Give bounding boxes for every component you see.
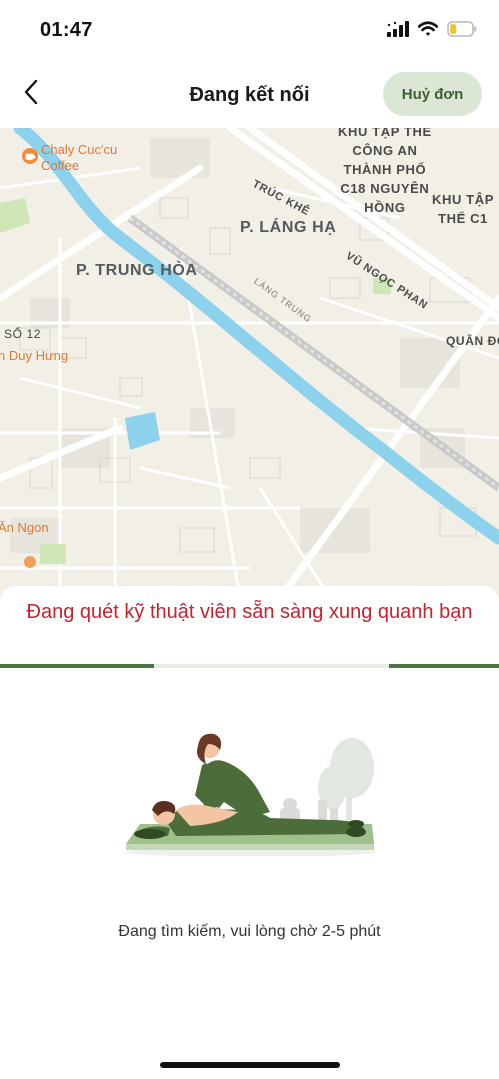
map-poi-an-ngon[interactable]: Ăn Ngon	[0, 520, 49, 536]
nav-bar: Đang kết nối Huỷ đơn	[0, 62, 499, 128]
status-time: 01:47	[40, 19, 93, 41]
map-district-lang-ha: P. LÁNG HẠ	[240, 219, 337, 236]
status-bar: 01:47	[0, 0, 499, 62]
status-icons	[387, 20, 477, 42]
scan-progress-left	[0, 664, 154, 668]
battery-low-icon	[447, 20, 477, 42]
bottom-sheet: Đang quét kỹ thuật viên sẵn sàng xung qu…	[0, 586, 499, 1079]
map-poi-cafe[interactable]: Chaly Cuc'cu Coffee	[41, 142, 117, 174]
map-district-trung-hoa: P. TRUNG HÒA	[76, 262, 198, 279]
chevron-left-icon	[23, 79, 41, 110]
home-indicator[interactable]	[160, 1062, 340, 1068]
back-button[interactable]	[14, 74, 50, 114]
map-poi-police[interactable]: KHU TẬP THỂ CÔNG AN THÀNH PHỐ C18 NGUYÊN…	[338, 128, 432, 217]
massage-illustration	[126, 733, 376, 856]
scanning-message: Đang quét kỹ thuật viên sẵn sàng xung qu…	[26, 601, 473, 623]
scan-progress-bar	[0, 664, 499, 668]
map-poi-ktt-c1[interactable]: KHU TẬP THỂ C1	[432, 190, 494, 228]
wifi-icon	[417, 20, 439, 42]
searching-message: Đang tìm kiếm, vui lòng chờ 2-5 phút	[118, 923, 381, 940]
map-poi-quan-doi[interactable]: QUÂN ĐỘ	[446, 332, 499, 351]
scan-progress-right	[389, 664, 499, 668]
map-view[interactable]: Chaly Cuc'cu Coffee KHU TẬP THỂ CÔNG AN …	[0, 128, 499, 598]
cancel-order-button[interactable]: Huỷ đơn	[383, 72, 482, 116]
map-label-so12: SỐ 12	[4, 327, 42, 341]
signal-icon	[387, 20, 409, 42]
map-poi-duy-hung[interactable]: n Duy Hưng	[0, 348, 68, 364]
